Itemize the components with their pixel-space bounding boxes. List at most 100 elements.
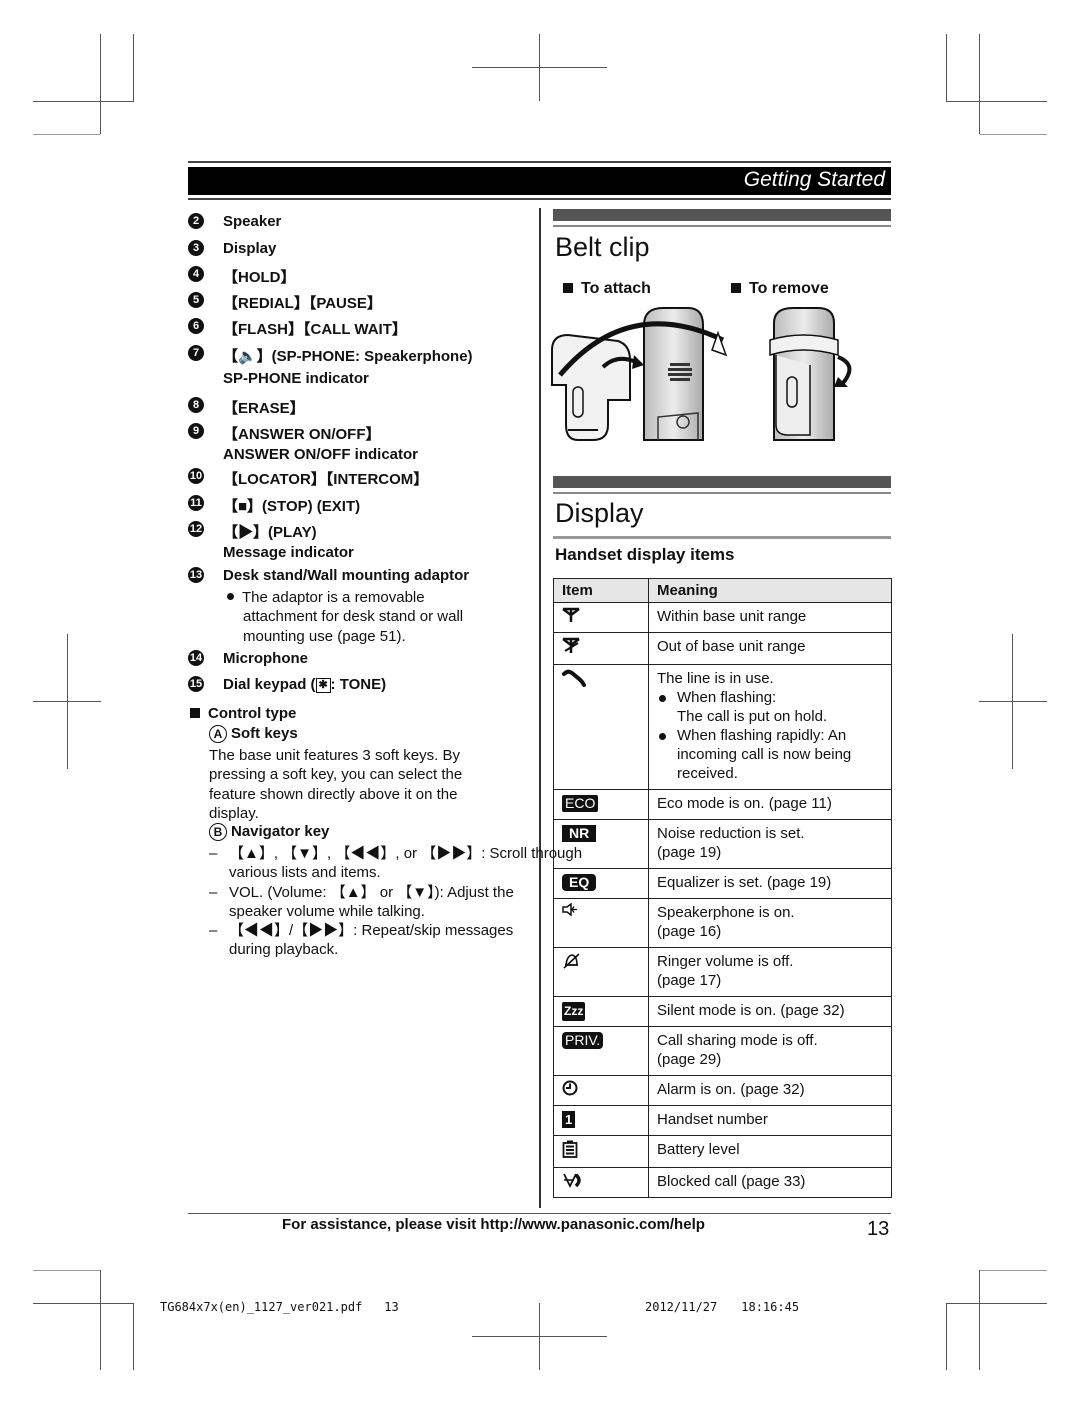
blocked-call-icon xyxy=(563,1173,581,1189)
meaning-text: Noise reduction is set. xyxy=(657,825,805,842)
footer-rule xyxy=(188,1213,891,1214)
handset-with-clip-image xyxy=(769,307,852,441)
meaning-text: Equalizer is set. (page 19) xyxy=(657,874,832,891)
column-header-meaning: Meaning xyxy=(648,578,892,603)
meaning-text: received. xyxy=(677,765,738,782)
meaning-text: Eco mode is on. (page 11) xyxy=(657,795,832,812)
alarm-icon xyxy=(562,1080,578,1096)
meaning-text: (page 19) xyxy=(657,844,722,861)
display-items-table: Item Meaning Within base unit range Out … xyxy=(553,578,892,1198)
star-key-icon: ✱ xyxy=(315,677,331,693)
crop-mark xyxy=(472,67,607,68)
table-row: Within base unit range xyxy=(553,602,892,633)
number-badge: 9 xyxy=(188,423,204,439)
item-sublabel: SP-PHONE indicator xyxy=(223,370,369,387)
control-type-heading: Control type xyxy=(190,705,296,722)
item-label: 【FLASH】【CALL WAIT】 xyxy=(223,321,407,338)
number-badge: 12 xyxy=(188,521,204,537)
section-bar xyxy=(553,476,891,488)
item-label: 【■】(STOP) (EXIT) xyxy=(223,498,361,515)
belt-clip-illustration xyxy=(551,307,852,441)
table-row: EQ Equalizer is set. (page 19) xyxy=(553,868,892,899)
note-line: The adaptor is a removable xyxy=(242,589,425,606)
table-row: Zzz Silent mode is on. (page 32) xyxy=(553,996,892,1027)
ringer-off-icon xyxy=(563,953,580,969)
item-cell xyxy=(553,664,649,790)
meaning-text: Blocked call (page 33) xyxy=(657,1173,806,1190)
meaning-cell: Within base unit range xyxy=(648,602,892,633)
crop-mark xyxy=(33,1303,134,1304)
item-cell: PRIV. xyxy=(553,1026,649,1076)
item-cell: EQ xyxy=(553,868,649,899)
section-bar xyxy=(553,209,891,221)
meaning-cell: Equalizer is set. (page 19) xyxy=(648,868,892,899)
table-row: The line is in use. When flashing: The c… xyxy=(553,664,892,790)
phone-handset-icon xyxy=(562,669,586,687)
dash-line: 【◀◀】/【▶▶】: Repeat/skip messages xyxy=(229,922,514,940)
meaning-cell: Blocked call (page 33) xyxy=(648,1167,892,1198)
meaning-cell: Speakerphone is on. (page 16) xyxy=(648,898,892,948)
number-badge: 10 xyxy=(188,468,204,484)
meaning-text: When flashing rapidly: An xyxy=(677,727,847,744)
belt-clip-image xyxy=(551,333,631,441)
item-cell xyxy=(553,1167,649,1198)
print-time: 18:16:45 xyxy=(741,1300,800,1314)
handset-display-items-subtitle: Handset display items xyxy=(555,545,735,564)
navigator-key-heading: B Navigator key xyxy=(209,823,329,841)
item-label: 【🔈】(SP-PHONE: Speakerphone) xyxy=(223,348,473,365)
crop-mark xyxy=(33,701,101,702)
item-label: 【REDIAL】【PAUSE】 xyxy=(223,295,382,312)
to-remove-label: To remove xyxy=(731,280,829,298)
dash-line: VOL. (Volume: 【▲】 or 【▼】): Adjust the xyxy=(229,883,514,901)
item-label-suffix: : TONE) xyxy=(330,676,387,693)
arrow-head-icon xyxy=(632,355,644,369)
header-rule xyxy=(188,161,891,163)
item-label: 【LOCATOR】【INTERCOM】 xyxy=(223,471,429,488)
item-cell xyxy=(553,602,649,633)
item-label: Display xyxy=(223,240,277,257)
label-text: To remove xyxy=(749,280,829,297)
item-label: 【ERASE】 xyxy=(223,400,305,417)
heading-text: Control type xyxy=(208,705,297,722)
soft-keys-description: The base unit features 3 soft keys. By p… xyxy=(209,746,462,823)
item-label: 【HOLD】 xyxy=(223,269,296,286)
speakerphone-icon xyxy=(562,902,577,917)
print-filename: TG684x7x(en)_1127_ver021.pdf xyxy=(160,1300,363,1314)
crop-mark xyxy=(979,701,1047,702)
table-row: Blocked call (page 33) xyxy=(553,1167,892,1198)
number-badge: 8 xyxy=(188,397,204,413)
crop-mark xyxy=(979,1270,980,1370)
table-row: NR Noise reduction is set. (page 19) xyxy=(553,819,892,869)
bullet-icon xyxy=(659,733,666,740)
meaning-text: (page 16) xyxy=(657,923,722,940)
number-badge: 11 xyxy=(188,495,204,511)
print-date: 2012/11/27 xyxy=(645,1300,718,1314)
item-cell: 1 xyxy=(553,1105,649,1136)
crop-mark xyxy=(946,34,947,101)
meaning-text: (page 29) xyxy=(657,1051,722,1068)
column-header-item: Item xyxy=(553,578,649,603)
item-cell xyxy=(553,898,649,948)
meaning-text: When flashing: xyxy=(677,689,777,706)
crop-mark xyxy=(33,134,100,135)
crop-mark xyxy=(980,134,1047,135)
meaning-text: Out of base unit range xyxy=(657,638,806,655)
item-cell: Zzz xyxy=(553,996,649,1027)
meaning-cell: Noise reduction is set. (page 19) xyxy=(648,819,892,869)
to-attach-label: To attach xyxy=(563,280,651,298)
meaning-text: Alarm is on. (page 32) xyxy=(657,1081,805,1098)
desc-line: The base unit features 3 soft keys. By xyxy=(209,747,460,764)
crop-mark xyxy=(33,101,134,102)
silent-mode-icon: Zzz xyxy=(562,1002,586,1021)
number-badge: 14 xyxy=(188,650,204,666)
section-rule xyxy=(553,225,891,227)
desc-line: display. xyxy=(209,804,259,822)
heading-text: Soft keys xyxy=(231,725,298,742)
number-badge: 4 xyxy=(188,266,204,282)
item-label: 【ANSWER ON/OFF】 xyxy=(223,426,381,443)
dash-line: speaker volume while talking. xyxy=(229,902,425,920)
dash-line: various lists and items. xyxy=(229,864,381,882)
dash: – xyxy=(209,845,218,862)
crop-mark xyxy=(33,1270,100,1271)
meaning-text: Within base unit range xyxy=(657,608,807,625)
